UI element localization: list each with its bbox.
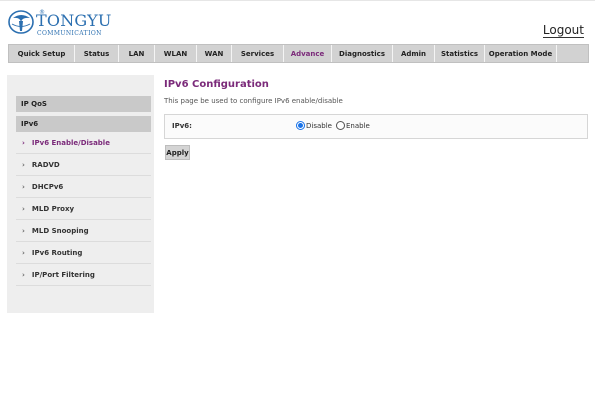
- sidebar-item-label: MLD Snooping: [31, 226, 89, 235]
- logout-link[interactable]: Logout: [542, 23, 584, 38]
- tongyu-logo-icon: [8, 10, 34, 34]
- nav-quick-setup[interactable]: Quick Setup: [9, 45, 75, 62]
- chevron-right-icon: ›: [22, 160, 25, 169]
- main-nav: Quick Setup Status LAN WLAN WAN Services…: [8, 44, 589, 63]
- sidebar-group-ipv6[interactable]: IPv6: [16, 116, 151, 132]
- chevron-right-icon: ›: [22, 182, 25, 191]
- sidebar-item-ipv6-enable-disable[interactable]: › IPv6 Enable/Disable: [16, 132, 151, 154]
- sidebar-item-ipv6-routing[interactable]: › IPv6 Routing: [16, 242, 151, 264]
- page-title: IPv6 Configuration: [164, 79, 269, 90]
- chevron-right-icon: ›: [22, 226, 25, 235]
- enable-radio[interactable]: [335, 121, 345, 130]
- ipv6-field-label: IPv6:: [172, 122, 192, 130]
- sidebar-item-label: DHCPv6: [31, 182, 64, 191]
- sidebar-group-ip-qos[interactable]: IP QoS: [16, 96, 151, 112]
- chevron-right-icon: ›: [22, 138, 25, 147]
- disable-radio-label[interactable]: Disable: [306, 122, 332, 130]
- page-description: This page be used to configure IPv6 enab…: [164, 97, 343, 105]
- nav-lan[interactable]: LAN: [119, 45, 155, 62]
- logo-subtitle: COMMUNICATION: [37, 30, 102, 37]
- nav-diagnostics[interactable]: Diagnostics: [332, 45, 393, 62]
- nav-operation-mode[interactable]: Operation Mode: [485, 45, 557, 62]
- sidebar-item-label: IP/Port Filtering: [31, 270, 95, 279]
- sidebar-item-dhcpv6[interactable]: › DHCPv6: [16, 176, 151, 198]
- sidebar-item-mld-snooping[interactable]: › MLD Snooping: [16, 220, 151, 242]
- sidebar: IP QoS IPv6 › IPv6 Enable/Disable › RADV…: [7, 75, 154, 313]
- nav-statistics[interactable]: Statistics: [435, 45, 485, 62]
- sidebar-item-label: IPv6 Enable/Disable: [31, 138, 110, 147]
- nav-status[interactable]: Status: [75, 45, 119, 62]
- nav-wlan[interactable]: WLAN: [155, 45, 197, 62]
- sidebar-item-ip-port-filtering[interactable]: › IP/Port Filtering: [16, 264, 151, 286]
- sidebar-item-label: RADVD: [31, 160, 60, 169]
- top-divider: [0, 0, 595, 1]
- sidebar-item-mld-proxy[interactable]: › MLD Proxy: [16, 198, 151, 220]
- logo: ® TONGYU COMMUNICATION: [8, 9, 128, 37]
- chevron-right-icon: ›: [22, 204, 25, 213]
- nav-services[interactable]: Services: [232, 45, 284, 62]
- enable-radio-label[interactable]: Enable: [346, 122, 370, 130]
- chevron-right-icon: ›: [22, 270, 25, 279]
- sidebar-item-radvd[interactable]: › RADVD: [16, 154, 151, 176]
- sidebar-item-label: IPv6 Routing: [31, 248, 83, 257]
- ipv6-radio-group: Disable Enable: [296, 121, 374, 130]
- nav-wan[interactable]: WAN: [197, 45, 232, 62]
- sidebar-item-label: MLD Proxy: [31, 204, 75, 213]
- apply-button[interactable]: Apply: [165, 145, 190, 160]
- ipv6-form-row: IPv6: Disable Enable: [164, 114, 588, 139]
- logo-name: TONGYU: [36, 11, 112, 30]
- chevron-right-icon: ›: [22, 248, 25, 257]
- disable-radio[interactable]: [296, 121, 305, 130]
- nav-admin[interactable]: Admin: [393, 45, 435, 62]
- nav-advance[interactable]: Advance: [284, 45, 332, 62]
